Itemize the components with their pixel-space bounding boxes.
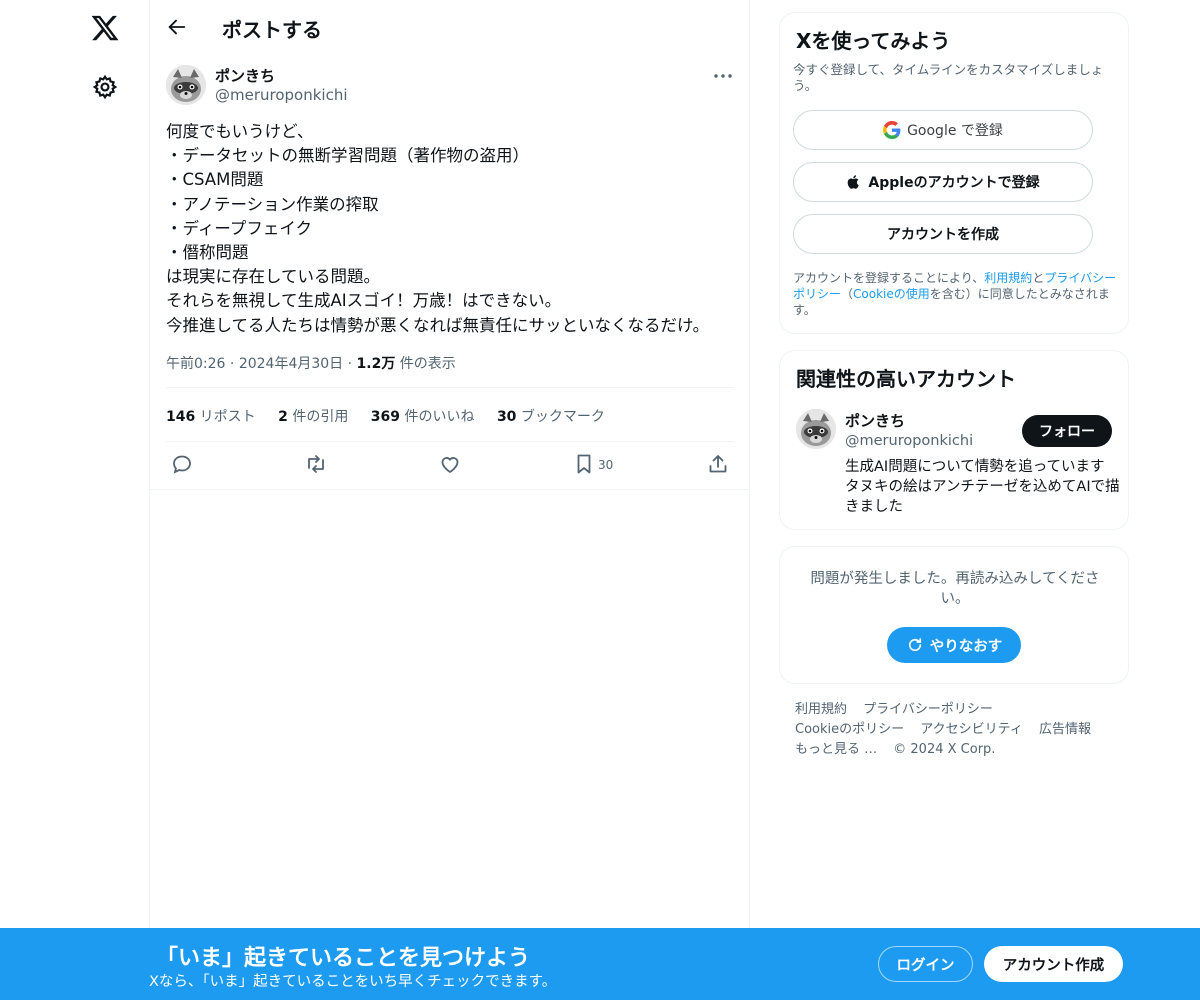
- repost-icon[interactable]: [304, 452, 328, 476]
- post-text: 何度でもいうけど、 ・データセットの無断学習問題（著作物の盗用） ・CSAM問題…: [166, 120, 741, 338]
- more-options-icon[interactable]: [710, 69, 736, 83]
- google-icon: [883, 121, 901, 139]
- bottom-signup-bar: 「いま」起きていることを見つけよう Xなら、「いま」起きていることをいち早くチェ…: [0, 928, 1200, 1000]
- avatar[interactable]: [166, 65, 206, 105]
- arrow-left-icon[interactable]: [166, 16, 188, 38]
- author-name[interactable]: ポンきち: [215, 65, 275, 86]
- author-handle[interactable]: @meruroponkichi: [215, 86, 348, 104]
- apple-icon: [848, 175, 860, 189]
- login-button[interactable]: ログイン: [878, 946, 973, 982]
- post-time[interactable]: 午前0:26: [166, 356, 225, 372]
- retry-button[interactable]: やりなおす: [887, 627, 1021, 663]
- relevant-title: 関連性の高いアカウント: [796, 367, 1016, 391]
- terms-pre: アカウントを登録することにより、: [793, 271, 985, 285]
- bottom-bar-subtitle: Xなら、「いま」起きていることをいち早くチェックできます。: [149, 974, 557, 990]
- create-account-label: アカウントを作成: [887, 227, 999, 243]
- reply-icon[interactable]: [170, 452, 194, 476]
- footer-copyright: © 2024 X Corp.: [893, 742, 996, 757]
- post-line: 今推進してる人たちは情勢が悪くなれば無責任にサッといなくなるだけ。: [166, 315, 710, 335]
- error-card: 問題が発生しました。再読み込みしてください。 やりなおす: [779, 546, 1129, 684]
- bookmark-icon[interactable]: [572, 452, 596, 476]
- apple-signup-button[interactable]: Appleのアカウントで登録: [793, 162, 1093, 202]
- main-column: ポストする ポンきち @meruroponkichi 何度でもいうけど、 ・デー…: [149, 0, 750, 1000]
- views-count: 1.2万: [356, 356, 396, 372]
- post-line: ・ディープフェイク: [166, 218, 313, 238]
- page-title: ポストする: [222, 18, 322, 42]
- reposts-stat[interactable]: 146 リポスト: [166, 409, 256, 425]
- divider: [166, 441, 734, 442]
- gear-icon[interactable]: [92, 74, 118, 100]
- left-nav: [0, 0, 150, 1000]
- post-line: 何度でもいうけど、: [166, 122, 314, 141]
- post-line: ・アノテーション作業の搾取: [166, 194, 379, 214]
- account-name[interactable]: ポンきち: [845, 410, 905, 431]
- bottom-bar-title: 「いま」起きていることを見つけよう: [156, 946, 531, 971]
- signup-subtitle: 今すぐ登録して、タイムラインをカスタマイズしましょう。: [793, 62, 1104, 93]
- footer-privacy-link[interactable]: プライバシーポリシー: [863, 702, 993, 717]
- post-article: ポンきち @meruroponkichi 何度でもいうけど、 ・データセットの無…: [150, 54, 750, 490]
- signup-button[interactable]: アカウント作成: [984, 946, 1123, 982]
- google-signup-button[interactable]: Google で登録: [793, 110, 1093, 150]
- post-header: ポストする: [150, 0, 750, 54]
- post-meta: 午前0:26 · 2024年4月30日 · 1.2万 件の表示: [166, 356, 456, 372]
- footer-ads-link[interactable]: 広告情報: [1039, 722, 1091, 737]
- terms-and: と: [1032, 271, 1045, 285]
- relevant-accounts-card: 関連性の高いアカウント ポンきち @meruroponkichi フォロー 生成…: [779, 350, 1129, 530]
- post-date[interactable]: 2024年4月30日: [239, 356, 343, 372]
- quotes-stat[interactable]: 2 件の引用: [278, 409, 348, 425]
- x-logo-icon[interactable]: [90, 13, 120, 43]
- account-bio: 生成AI問題について情勢を追っています タヌキの絵はアンチテーゼを込めてAIで描…: [845, 459, 1120, 515]
- bookmarks-label: ブックマーク: [516, 409, 605, 425]
- like-icon[interactable]: [438, 452, 462, 476]
- apple-signup-label: Appleのアカウントで登録: [868, 175, 1040, 191]
- bookmarks-count: 30: [496, 409, 517, 425]
- terms-mid: （: [841, 287, 854, 301]
- terms-link[interactable]: 利用規約: [984, 271, 1032, 285]
- signup-title: Xを使ってみよう: [796, 29, 951, 53]
- share-icon[interactable]: [706, 452, 730, 476]
- post-actions: 30: [150, 452, 750, 480]
- reposts-label: リポスト: [195, 409, 256, 425]
- footer-more-link[interactable]: もっと見る …: [795, 742, 877, 757]
- follow-button[interactable]: フォロー: [1022, 415, 1112, 447]
- views-label: 件の表示: [395, 356, 456, 372]
- likes-count: 369: [370, 409, 401, 425]
- footer-cookie-link[interactable]: Cookieのポリシー: [795, 722, 904, 737]
- post-line: ・CSAM問題: [166, 170, 264, 190]
- post-line: それらを無視して生成AIスゴイ！万歳！はできない。: [166, 291, 562, 311]
- bookmarks-stat[interactable]: 30 ブックマーク: [497, 409, 605, 425]
- post-line: ・僭称問題: [166, 243, 249, 263]
- post-line: は現実に存在している問題。: [166, 267, 381, 287]
- retry-label: やりなおす: [929, 638, 1003, 655]
- refresh-icon: [908, 638, 921, 652]
- create-account-button[interactable]: アカウントを作成: [793, 214, 1093, 254]
- divider: [166, 387, 734, 388]
- avatar[interactable]: [796, 409, 836, 449]
- cookie-link[interactable]: Cookieの使用: [853, 287, 930, 301]
- post-stats: 146 リポスト 2 件の引用 369 件のいいね 30 ブックマーク: [166, 406, 623, 426]
- likes-label: 件のいいね: [400, 409, 475, 425]
- error-message: 問題が発生しました。再読み込みしてください。: [810, 571, 1100, 607]
- terms-text: アカウントを登録することにより、利用規約とプライバシーポリシー（Cookieの使…: [793, 270, 1118, 318]
- signup-card: Xを使ってみよう 今すぐ登録して、タイムラインをカスタマイズしましょう。 Goo…: [779, 12, 1129, 334]
- post-line: ・データセットの無断学習問題（著作物の盗用）: [166, 146, 529, 166]
- bookmark-count: 30: [598, 458, 614, 472]
- account-handle[interactable]: @meruroponkichi: [845, 433, 973, 449]
- quotes-label: 件の引用: [287, 409, 349, 425]
- google-signup-label: Google で登録: [907, 123, 1003, 139]
- reposts-count: 146: [166, 409, 196, 425]
- footer-accessibility-link[interactable]: アクセシビリティ: [920, 722, 1023, 737]
- footer-terms-link[interactable]: 利用規約: [795, 702, 847, 717]
- quotes-count: 2: [278, 409, 288, 425]
- likes-stat[interactable]: 369 件のいいね: [371, 409, 475, 425]
- footer-links: 利用規約 プライバシーポリシー Cookieのポリシー アクセシビリティ 広告情…: [795, 700, 1125, 760]
